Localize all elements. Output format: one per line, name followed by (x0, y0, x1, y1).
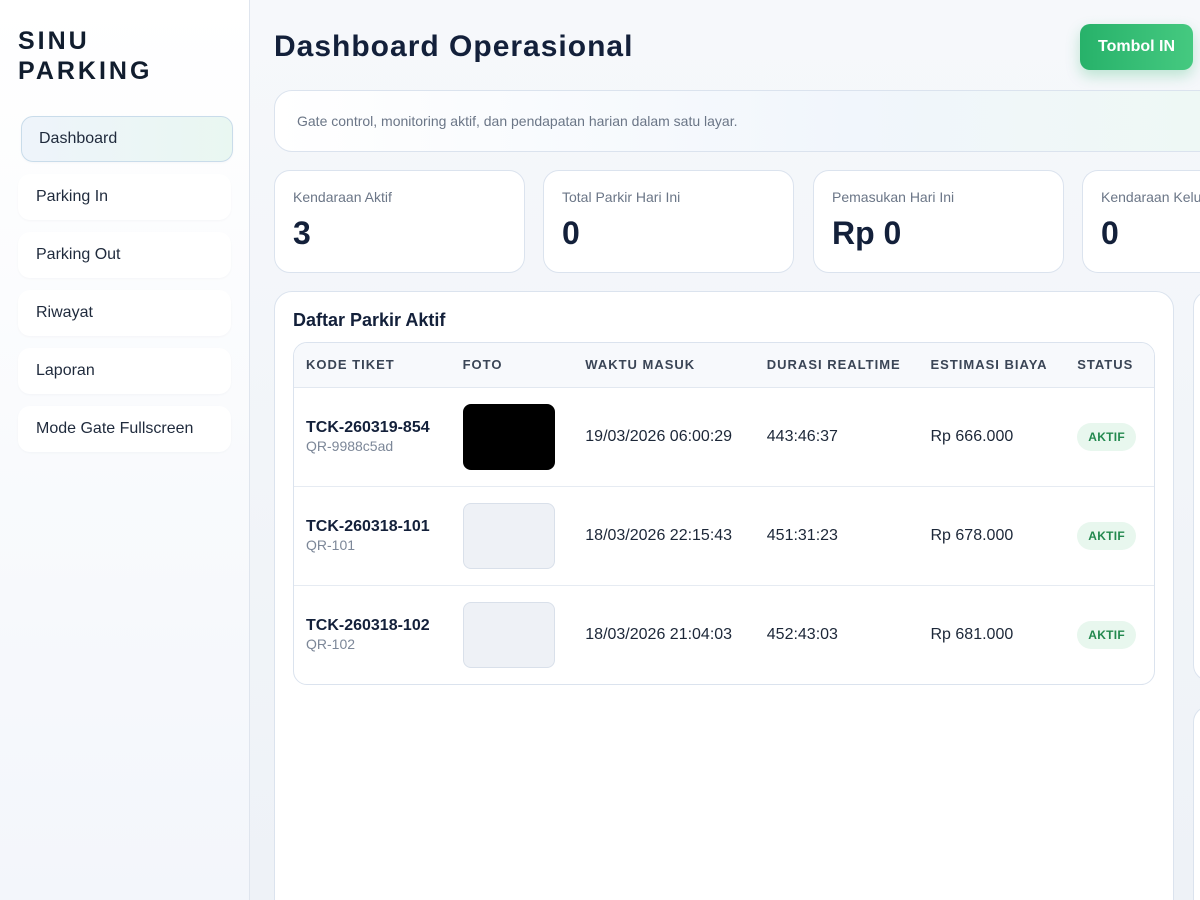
sidebar: SINU PARKING Dashboard Parking In Parkin… (0, 0, 250, 900)
brand-logo: SINU PARKING (18, 26, 231, 86)
stat-value: 0 (1101, 215, 1119, 251)
entry-time: 18/03/2026 21:04:03 (585, 625, 733, 643)
photo-cell (451, 585, 574, 684)
status-badge: AKTIF (1077, 521, 1137, 550)
sidebar-item-label: Parking Out (36, 246, 121, 263)
stat-label: Pemasukan Hari Ini (832, 189, 955, 205)
brand-line-2: PARKING (18, 57, 153, 85)
entry-time: 18/03/2026 22:15:43 (585, 526, 733, 544)
vehicle-photo[interactable] (462, 403, 555, 470)
sidebar-item-parking-out[interactable]: Parking Out (18, 232, 231, 278)
sidebar-item-label: Dashboard (39, 130, 118, 147)
active-parking-table: KODE TIKET FOTO WAKTU MASUK DURASI REALT… (293, 342, 1155, 685)
column-header: DURASI REALTIME (754, 343, 919, 388)
status-badge: AKTIF (1077, 422, 1137, 451)
table-row[interactable]: TCK-260318-102 QR-102 18/03/2026 21:04:0… (294, 585, 1154, 684)
column-header: ESTIMASI BIAYA (918, 343, 1066, 388)
photo-cell (451, 387, 574, 486)
side-panel-card-lower (1193, 706, 1200, 900)
vehicle-photo-placeholder[interactable] (462, 601, 555, 668)
photo-cell (451, 486, 574, 585)
tombol-in-button[interactable]: Tombol IN (1080, 24, 1193, 70)
sidebar-nav: Dashboard Parking In Parking Out Riwayat… (18, 116, 233, 452)
table-row[interactable]: TCK-260318-101 QR-101 18/03/2026 22:15:4… (294, 486, 1154, 585)
column-header: WAKTU MASUK (573, 343, 755, 388)
stat-card-kendaraan-keluar: Kendaraan Keluar 0 (1082, 170, 1200, 273)
column-header: KODE TIKET (294, 343, 451, 388)
banner-text: Gate control, monitoring aktif, dan pend… (297, 113, 738, 129)
sidebar-item-label: Parking In (36, 188, 109, 205)
sidebar-item-laporan[interactable]: Laporan (18, 348, 231, 394)
stat-value: Rp 0 (832, 215, 902, 251)
stat-card-kendaraan-aktif: Kendaraan Aktif 3 (274, 170, 525, 273)
table-header-row: KODE TIKET FOTO WAKTU MASUK DURASI REALT… (294, 343, 1154, 388)
qr-code: QR-102 (306, 636, 356, 653)
stat-card-pemasukan: Pemasukan Hari Ini Rp 0 (813, 170, 1064, 273)
page-title: Dashboard Operasional (274, 30, 634, 63)
ticket-code: TCK-260318-102 (306, 617, 430, 635)
brand-line-1: SINU (18, 27, 90, 55)
stat-value: 0 (562, 215, 580, 251)
main-content: Dashboard Operasional Tombol IN Gate con… (250, 0, 1200, 900)
sidebar-item-riwayat[interactable]: Riwayat (18, 290, 231, 336)
ticket-cell: TCK-260319-854 QR-9988c5ad (294, 387, 451, 486)
status-cell: AKTIF (1065, 486, 1154, 585)
stat-label: Kendaraan Aktif (293, 189, 392, 205)
sidebar-item-label: Riwayat (36, 304, 93, 321)
column-header: STATUS (1065, 343, 1154, 388)
active-parking-panel: Daftar Parkir Aktif KODE TIKET FOTO WAKT… (274, 291, 1174, 900)
status-cell: AKTIF (1065, 387, 1154, 486)
sidebar-item-label: Mode Gate Fullscreen (36, 420, 194, 437)
info-banner: Gate control, monitoring aktif, dan pend… (274, 90, 1200, 152)
qr-code: QR-101 (306, 537, 356, 553)
ticket-code: TCK-260318-101 (306, 518, 430, 535)
sidebar-item-mode-gate-fullscreen[interactable]: Mode Gate Fullscreen (18, 406, 231, 452)
vehicle-photo-placeholder[interactable] (462, 502, 555, 569)
sidebar-item-dashboard[interactable]: Dashboard (21, 116, 233, 162)
ticket-code: TCK-260319-854 (306, 419, 430, 436)
estimated-cost: Rp 681.000 (930, 625, 1014, 643)
estimated-cost: Rp 666.000 (930, 427, 1014, 445)
stat-label: Total Parkir Hari Ini (562, 189, 681, 205)
duration: 452:43:03 (766, 625, 838, 643)
ticket-cell: TCK-260318-102 QR-102 (294, 585, 451, 684)
stat-value: 3 (293, 215, 311, 251)
stat-card-total-parkir: Total Parkir Hari Ini 0 (543, 170, 794, 273)
sidebar-item-label: Laporan (36, 362, 95, 379)
column-header: FOTO (450, 343, 574, 388)
duration: 451:31:23 (766, 526, 838, 544)
stat-label: Kendaraan Keluar (1101, 189, 1200, 205)
duration: 443:46:37 (766, 427, 838, 445)
ticket-cell: TCK-260318-101 QR-101 (294, 486, 451, 585)
qr-code: QR-9988c5ad (306, 438, 394, 454)
panel-title: Daftar Parkir Aktif (293, 310, 446, 330)
sidebar-item-parking-in[interactable]: Parking In (18, 174, 231, 220)
table-row[interactable]: TCK-260319-854 QR-9988c5ad 19/03/2026 06… (294, 387, 1154, 486)
side-panel-card (1193, 291, 1200, 681)
entry-time: 19/03/2026 06:00:29 (585, 427, 733, 445)
estimated-cost: Rp 678.000 (930, 526, 1014, 544)
status-cell: AKTIF (1065, 585, 1154, 684)
status-badge: AKTIF (1077, 620, 1137, 649)
